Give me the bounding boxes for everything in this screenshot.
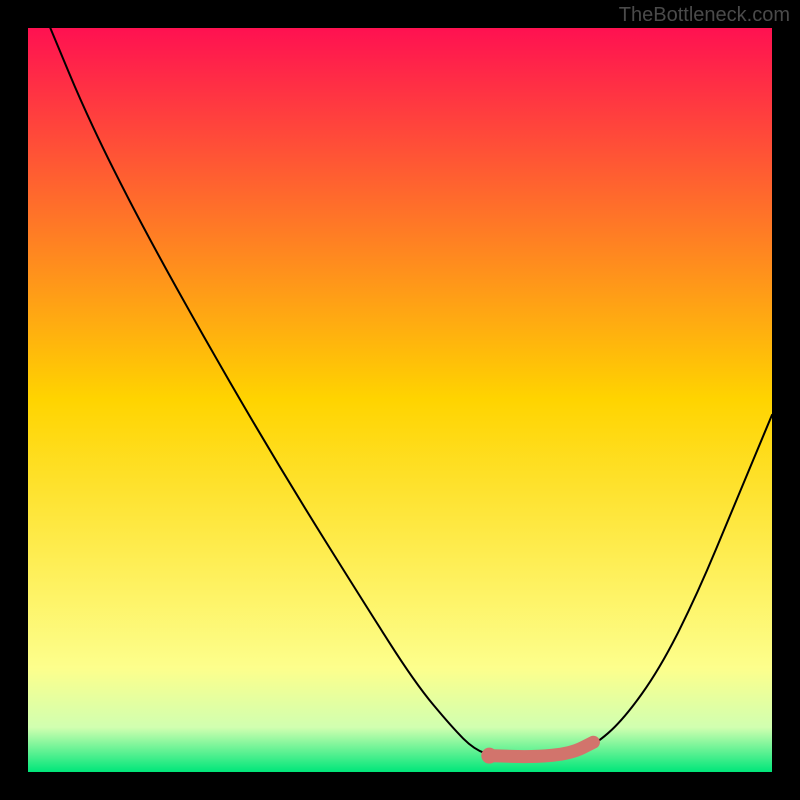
optimal-start-dot (481, 748, 497, 764)
plot-area (28, 28, 772, 772)
watermark-text: TheBottleneck.com (619, 4, 790, 27)
chart-frame: TheBottleneck.com (0, 0, 800, 800)
bottleneck-chart (28, 28, 772, 772)
